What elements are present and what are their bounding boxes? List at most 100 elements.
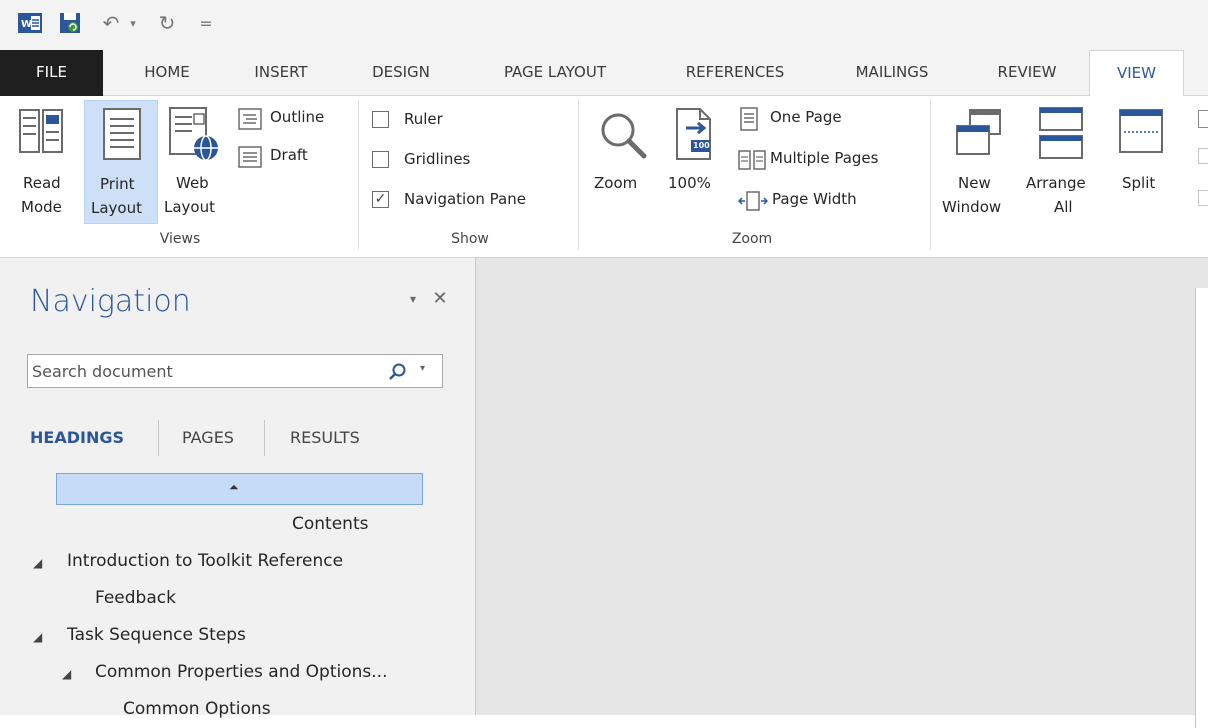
document-page[interactable]	[1195, 288, 1208, 728]
outline-label: Outline	[270, 108, 325, 126]
page-width-icon	[738, 191, 768, 211]
group-separator	[578, 100, 579, 250]
outline-button[interactable]: Outline	[234, 104, 346, 134]
page-width-button[interactable]: Page Width	[736, 186, 906, 216]
ribbon: Read Mode Print Layout Web Layout Outlin…	[0, 96, 1208, 258]
zoom-icon	[601, 113, 647, 159]
zoom-button[interactable]: Zoom	[588, 100, 658, 224]
split-label: Split	[1122, 174, 1156, 192]
navigation-pane-checkbox[interactable]: ✓ Navigation Pane	[370, 186, 570, 214]
tab-references[interactable]: REFERENCES	[660, 50, 810, 96]
zoom-100-icon	[676, 108, 711, 160]
zoom-group-label: Zoom	[731, 231, 773, 247]
cutoff-control-icon[interactable]	[1198, 190, 1208, 206]
expand-triangle-icon[interactable]: ◢	[33, 630, 42, 644]
draft-icon	[238, 146, 262, 168]
navigation-pane: Navigation ▾ ✕ ▾ HEADINGS PAGES RESULTS …	[0, 258, 476, 719]
undo-dropdown[interactable]: ▾	[126, 8, 140, 38]
svg-text:W: W	[21, 19, 32, 30]
zoom-label: Zoom	[594, 174, 638, 192]
outline-icon	[238, 108, 262, 130]
read-mode-label-line2: Mode	[21, 198, 62, 216]
one-page-label: One Page	[770, 108, 842, 126]
gridlines-checkbox[interactable]: Gridlines	[370, 146, 510, 174]
read-mode-icon	[19, 109, 63, 153]
word-logo-icon: W	[16, 8, 44, 38]
new-window-label-line1: New	[958, 174, 991, 192]
tab-file[interactable]: FILE	[0, 50, 103, 96]
print-layout-label-line2: Layout	[91, 199, 142, 217]
tab-pages[interactable]: PAGES	[182, 428, 234, 447]
tab-results[interactable]: RESULTS	[290, 428, 360, 447]
redo-button[interactable]: ↻	[152, 8, 182, 38]
tab-home[interactable]: HOME	[118, 50, 216, 96]
tab-design[interactable]: DESIGN	[348, 50, 454, 96]
tab-insert[interactable]: INSERT	[232, 50, 330, 96]
show-group-label: Show	[451, 231, 489, 247]
tab-page-layout[interactable]: PAGE LAYOUT	[474, 50, 636, 96]
search-icon[interactable]	[388, 362, 408, 382]
gridlines-label: Gridlines	[404, 150, 471, 168]
checkmark-icon: ✓	[374, 191, 387, 207]
undo-icon: ↶	[102, 11, 120, 35]
print-layout-button[interactable]: Print Layout	[84, 100, 158, 224]
customize-icon: =	[199, 13, 213, 33]
heading-item[interactable]: Common Options	[123, 699, 271, 719]
heading-item[interactable]: Common Properties and Options...	[95, 662, 387, 682]
group-separator	[930, 100, 931, 250]
ruler-check-box	[372, 111, 389, 128]
web-layout-label-line1: Web	[176, 174, 209, 192]
multiple-pages-icon	[738, 150, 766, 170]
ribbon-tabs: FILE HOME INSERT DESIGN PAGE LAYOUT REFE…	[0, 50, 1208, 97]
views-group-label: Views	[159, 231, 201, 247]
zoom-100-button[interactable]: 100 100%	[660, 100, 728, 224]
navigation-pane-check-box: ✓	[372, 191, 389, 208]
navigation-pane-label: Navigation Pane	[404, 190, 526, 208]
customize-toolbar-button[interactable]: =	[196, 8, 216, 38]
one-page-icon	[740, 107, 758, 131]
new-window-button[interactable]: New Window	[940, 100, 1020, 224]
document-area[interactable]	[476, 258, 1208, 728]
collapse-headings-bar[interactable]: ⏶	[56, 473, 423, 505]
arrange-all-button[interactable]: Arrange All	[1024, 100, 1104, 224]
search-box: ▾	[27, 354, 443, 388]
web-layout-icon	[169, 107, 218, 161]
tab-view[interactable]: VIEW	[1089, 50, 1184, 97]
page-width-label: Page Width	[772, 190, 857, 208]
quick-access-toolbar: W ↶ ▾ ↻ =	[0, 0, 1208, 50]
new-window-icon	[956, 109, 1001, 155]
split-button[interactable]: Split	[1110, 100, 1174, 224]
chevron-down-icon: ▾	[130, 16, 136, 30]
one-page-button[interactable]: One Page	[736, 104, 886, 134]
cutoff-control-icon[interactable]	[1198, 148, 1208, 164]
group-separator	[358, 100, 359, 250]
draft-button[interactable]: Draft	[234, 142, 346, 172]
expand-triangle-icon[interactable]: ◢	[62, 667, 71, 681]
save-icon[interactable]	[56, 8, 84, 38]
multiple-pages-button[interactable]: Multiple Pages	[736, 145, 926, 175]
pane-options-button[interactable]: ▾	[404, 292, 422, 312]
search-input[interactable]	[32, 359, 372, 383]
expand-triangle-icon[interactable]: ◢	[33, 556, 42, 570]
tab-review[interactable]: REVIEW	[972, 50, 1082, 96]
heading-item[interactable]: Task Sequence Steps	[67, 625, 246, 645]
multiple-pages-label: Multiple Pages	[770, 149, 879, 167]
heading-item[interactable]: Contents	[292, 514, 368, 534]
read-mode-button[interactable]: Read Mode	[8, 100, 76, 224]
web-layout-label-line2: Layout	[164, 198, 215, 216]
redo-icon: ↻	[158, 11, 176, 35]
arrange-all-label-line1: Arrange	[1026, 174, 1086, 192]
tab-headings[interactable]: HEADINGS	[30, 428, 124, 447]
web-layout-button[interactable]: Web Layout	[160, 100, 230, 224]
ruler-checkbox[interactable]: Ruler	[370, 106, 490, 134]
undo-button[interactable]: ↶	[96, 8, 126, 38]
close-pane-button[interactable]: ✕	[428, 288, 452, 312]
chevron-down-icon: ▾	[409, 292, 417, 306]
tab-mailings[interactable]: MAILINGS	[828, 50, 956, 96]
print-layout-label-line1: Print	[100, 175, 135, 193]
heading-item[interactable]: Introduction to Toolkit Reference	[67, 551, 343, 571]
heading-item[interactable]: Feedback	[95, 588, 176, 608]
search-options-dropdown[interactable]: ▾	[420, 363, 425, 374]
cutoff-control-icon[interactable]	[1198, 110, 1208, 128]
split-icon	[1119, 109, 1163, 153]
